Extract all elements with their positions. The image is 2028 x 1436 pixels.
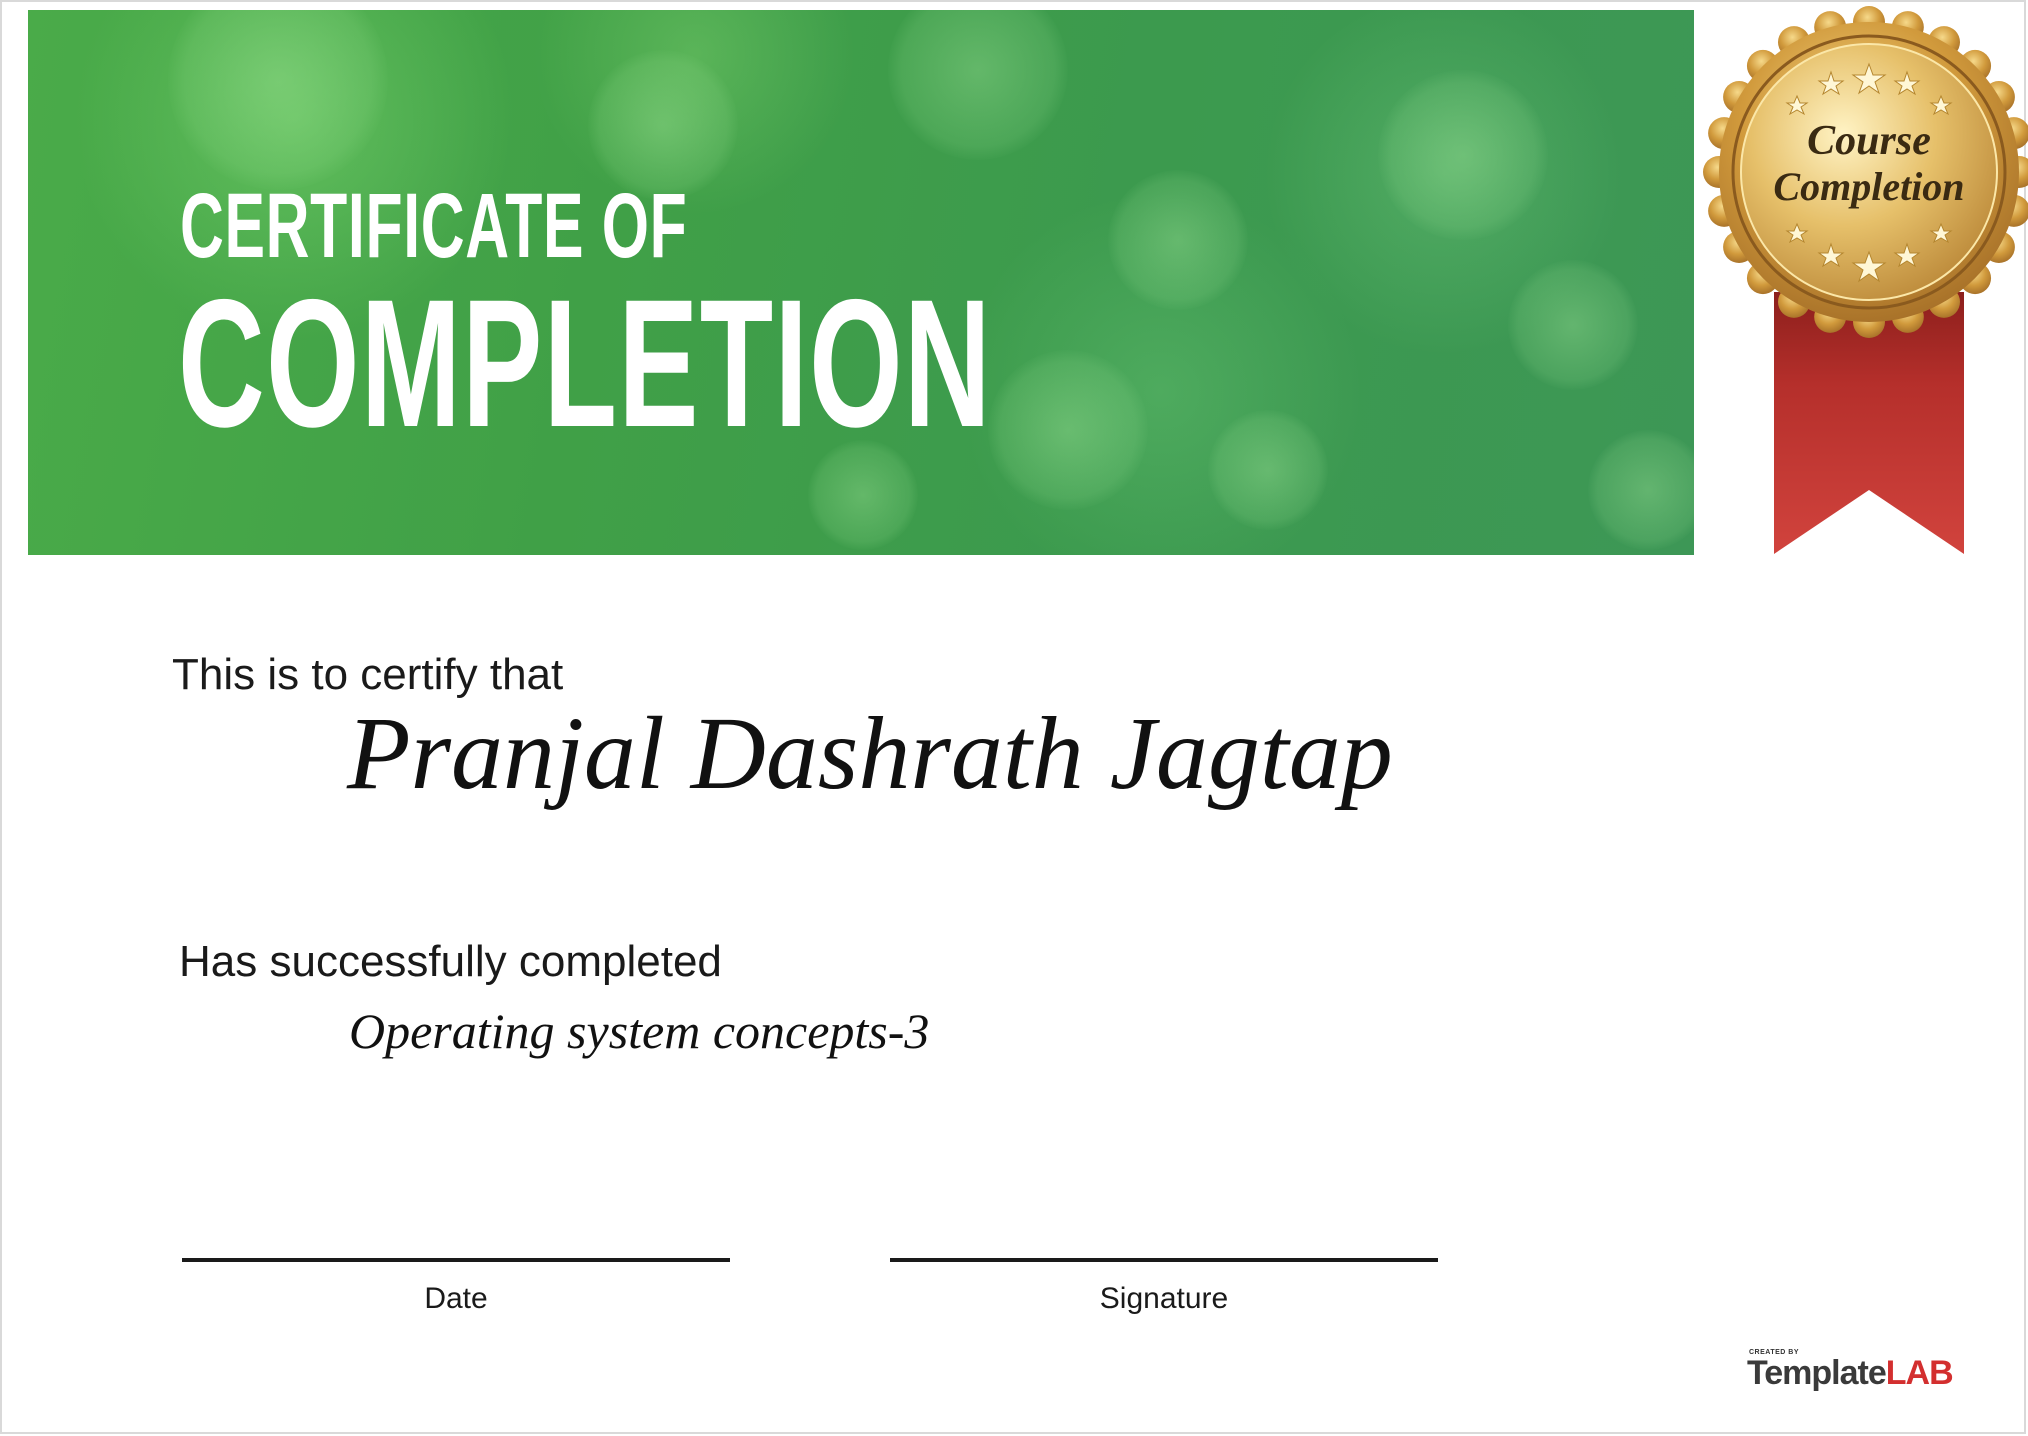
bokeh-circle [1108, 170, 1248, 310]
bokeh-circle [1508, 260, 1638, 390]
signature-line [890, 1258, 1438, 1262]
bokeh-circle [988, 350, 1148, 510]
certify-statement: This is to certify that [172, 650, 564, 699]
bokeh-circle [1378, 70, 1548, 240]
certificate-title-top: CERTIFICATE OF [180, 175, 688, 277]
seal-badge-icon: Course Completion [1703, 6, 2028, 554]
certificate-title-main: COMPLETION [178, 261, 992, 465]
header-banner: CERTIFICATE OF COMPLETION [28, 10, 1694, 555]
seal-text-line2: Completion [1773, 164, 1964, 209]
recipient-name: Pranjal Dashrath Jagtap [347, 696, 1393, 811]
completed-statement: Has successfully completed [179, 937, 722, 986]
bokeh-circle [888, 10, 1068, 160]
date-line [182, 1258, 730, 1262]
course-completion-seal: Course Completion [1694, 2, 2028, 562]
bokeh-circle [168, 10, 388, 190]
date-label: Date [424, 1282, 488, 1315]
signature-label: Signature [1099, 1282, 1229, 1315]
brand-name-lab: LAB [1885, 1354, 1954, 1392]
brand-name-template: Template [1747, 1354, 1887, 1392]
certificate-page: CERTIFICATE OF COMPLETION Course Complet… [0, 0, 2028, 1434]
templatelab-logo: CREATED BY TemplateLAB [1747, 1349, 1954, 1392]
bokeh-circle [1588, 430, 1694, 550]
course-name: Operating system concepts-3 [349, 1003, 930, 1059]
seal-text-line1: Course [1807, 118, 1931, 164]
bokeh-circle [1208, 410, 1328, 530]
